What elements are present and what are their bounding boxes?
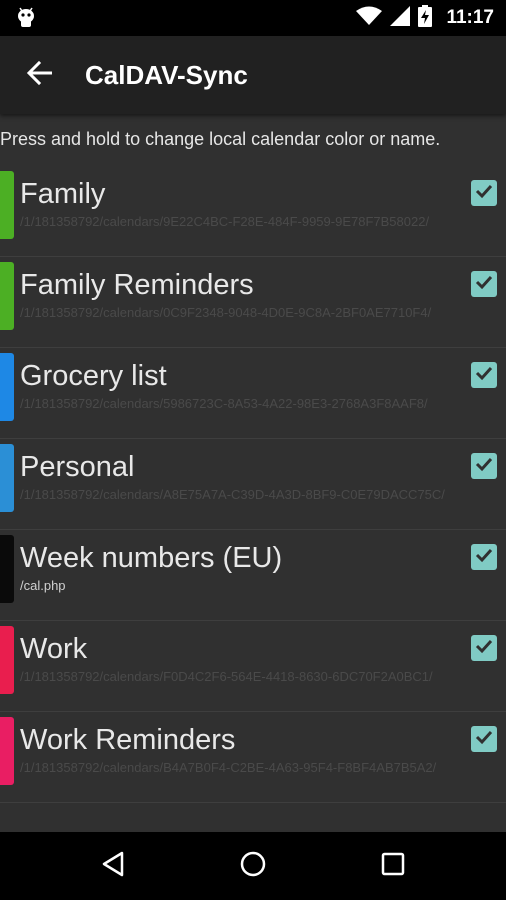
calendar-path: /1/181358792/calendars/A8E75A7A-C39D-4A3… (20, 487, 445, 502)
calendar-color-bar (0, 717, 14, 785)
recents-square-icon (380, 851, 406, 882)
back-triangle-icon (100, 850, 126, 883)
calendar-sync-checkbox[interactable] (471, 726, 497, 752)
calendar-color-bar (0, 535, 14, 603)
calendar-sync-checkbox[interactable] (471, 453, 497, 479)
android-icon (16, 6, 36, 35)
calendar-path: /1/181358792/calendars/F0D4C2F6-564E-441… (20, 669, 433, 684)
check-icon (474, 727, 494, 752)
status-time: 11:17 (446, 7, 494, 28)
calendar-name: Work Reminders (20, 724, 236, 756)
calendar-color-bar (0, 353, 14, 421)
check-icon (474, 636, 494, 661)
page-title: CalDAV-Sync (85, 60, 248, 90)
calendar-name: Grocery list (20, 360, 167, 392)
calendar-color-bar (0, 626, 14, 694)
back-button[interactable] (22, 58, 56, 92)
status-bar: 11:17 (0, 0, 506, 36)
calendar-color-bar (0, 444, 14, 512)
calendar-path: /1/181358792/calendars/9E22C4BC-F28E-484… (20, 214, 430, 229)
hint-text: Press and hold to change local calendar … (0, 129, 441, 149)
calendar-path: /1/181358792/calendars/0C9F2348-9048-4D0… (20, 305, 432, 320)
nav-back-button[interactable] (96, 849, 130, 883)
calendar-path: /1/181358792/calendars/B4A7B0F4-C2BE-4A6… (20, 760, 437, 775)
check-icon (474, 272, 494, 297)
nav-home-button[interactable] (236, 849, 270, 883)
calendar-row-grocery-list[interactable]: Grocery list /1/181358792/calendars/5986… (0, 348, 506, 439)
calendar-row-work-reminders[interactable]: Work Reminders /1/181358792/calendars/B4… (0, 712, 506, 803)
calendar-row-personal[interactable]: Personal /1/181358792/calendars/A8E75A7A… (0, 439, 506, 530)
calendar-row-week-numbers[interactable]: Week numbers (EU) /cal.php (0, 530, 506, 621)
calendar-sync-checkbox[interactable] (471, 544, 497, 570)
calendar-color-bar (0, 262, 14, 330)
check-icon (474, 545, 494, 570)
wifi-icon (356, 6, 383, 31)
calendar-name: Family Reminders (20, 269, 254, 301)
arrow-left-icon (26, 60, 53, 91)
check-icon (474, 363, 494, 388)
calendar-sync-checkbox[interactable] (471, 362, 497, 388)
signal-icon (390, 5, 411, 31)
calendar-sync-checkbox[interactable] (471, 180, 497, 206)
calendar-name: Work (20, 633, 88, 665)
home-circle-icon (239, 850, 267, 883)
battery-charging-icon (418, 4, 433, 32)
navigation-bar (0, 832, 506, 900)
calendar-row-family[interactable]: Family /1/181358792/calendars/9E22C4BC-F… (0, 166, 506, 257)
check-icon (474, 454, 494, 479)
calendar-sync-checkbox[interactable] (471, 635, 497, 661)
app-bar: CalDAV-Sync (0, 36, 506, 114)
calendar-color-bar (0, 171, 14, 239)
nav-recents-button[interactable] (376, 849, 410, 883)
calendar-path: /1/181358792/calendars/5986723C-8A53-4A2… (20, 396, 428, 411)
calendar-name: Family (20, 178, 106, 210)
check-icon (474, 181, 494, 206)
calendar-name: Week numbers (EU) (20, 542, 283, 574)
calendar-path: /cal.php (20, 578, 66, 593)
calendar-row-work[interactable]: Work /1/181358792/calendars/F0D4C2F6-564… (0, 621, 506, 712)
calendar-list: Family /1/181358792/calendars/9E22C4BC-F… (0, 166, 506, 803)
calendar-row-family-reminders[interactable]: Family Reminders /1/181358792/calendars/… (0, 257, 506, 348)
calendar-name: Personal (20, 451, 135, 483)
calendar-sync-checkbox[interactable] (471, 271, 497, 297)
